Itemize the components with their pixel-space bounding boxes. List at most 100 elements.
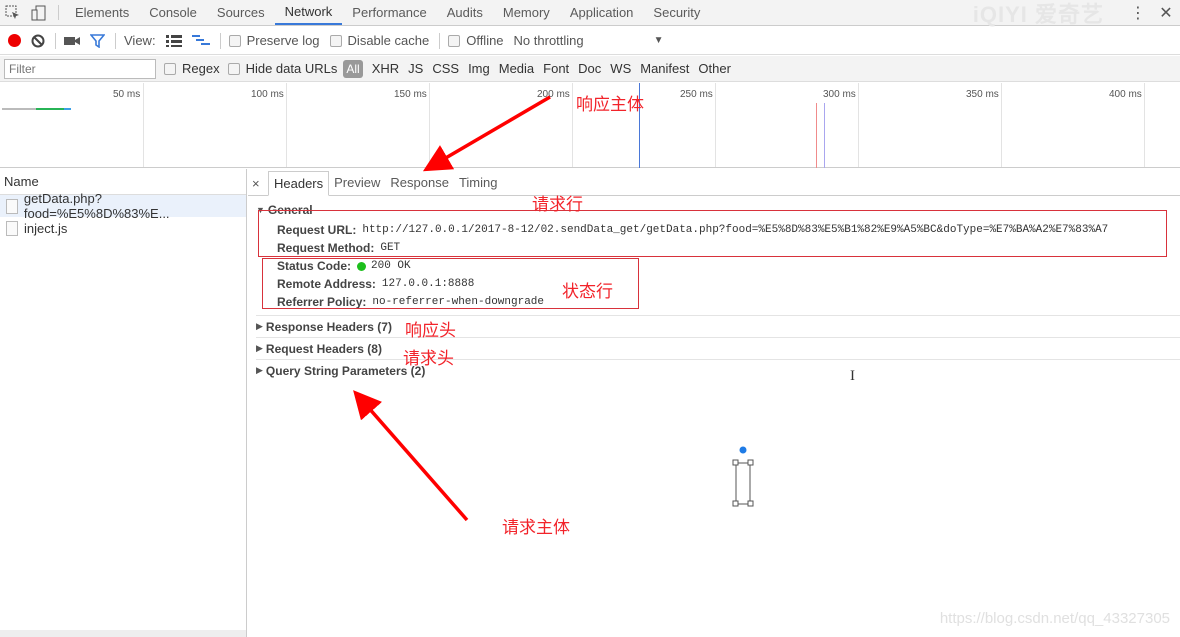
tab-preview[interactable]: Preview <box>329 170 385 195</box>
status-ok-dot-icon <box>357 261 367 271</box>
throttling-select[interactable]: No throttling ▼ <box>514 33 664 48</box>
key-label: Request URL: <box>277 223 357 237</box>
key-label: Remote Address: <box>277 277 376 291</box>
checkbox-box[interactable] <box>228 34 241 47</box>
query-string-parameters-toggle[interactable]: ▶ Query String Parameters (2) <box>248 360 1180 381</box>
hide-data-urls-checkbox[interactable]: Hide data URLs <box>227 61 337 76</box>
tab-application[interactable]: Application <box>560 0 644 25</box>
request-row[interactable]: getData.php?food=%E5%8D%83%E... <box>0 191 246 221</box>
request-headers-toggle[interactable]: ▶ Request Headers (8) <box>248 338 1180 359</box>
grid-line <box>858 83 859 167</box>
tab-elements[interactable]: Elements <box>65 0 139 25</box>
filter-type-all[interactable]: All <box>343 59 363 78</box>
referrer-policy-value: no-referrer-when-downgrade <box>372 296 545 308</box>
filter-type-ws[interactable]: WS <box>610 61 631 76</box>
tick-label: 300 ms <box>823 89 856 100</box>
tab-performance[interactable]: Performance <box>342 0 436 25</box>
tab-response[interactable]: Response <box>385 170 454 195</box>
divider <box>115 32 116 49</box>
grid-line <box>715 83 716 167</box>
list-view-icon <box>165 34 182 47</box>
request-bar-waiting <box>2 108 36 110</box>
filter-toggle-button[interactable] <box>90 33 105 48</box>
record-button[interactable] <box>8 34 21 47</box>
annotation-status-line: 状态行 <box>562 282 613 301</box>
filter-type-manifest[interactable]: Manifest <box>640 61 689 76</box>
filter-type-css[interactable]: CSS <box>432 61 459 76</box>
devtools-tabbar: Elements Console Sources Network Perform… <box>0 0 1180 27</box>
response-headers-toggle[interactable]: ▶ Response Headers (7) <box>248 316 1180 337</box>
preserve-log-label: Preserve log <box>246 33 320 48</box>
request-url-row: Request URL: http://127.0.0.1/2017-8-12/… <box>248 221 1180 239</box>
large-rows-button[interactable] <box>165 34 182 47</box>
file-icon <box>6 220 18 236</box>
record-icon <box>8 34 21 47</box>
disable-cache-checkbox[interactable]: Disable cache <box>329 33 430 48</box>
request-bar-download <box>64 108 71 110</box>
triangle-right-icon: ▶ <box>256 343 263 353</box>
annotation-request-body: 请求主体 <box>502 518 570 537</box>
iqiyi-logo-watermark: iQIYI 爱奇艺 <box>972 1 1104 27</box>
filter-type-img[interactable]: Img <box>468 61 490 76</box>
close-detail-icon[interactable]: × <box>252 171 268 195</box>
close-icon[interactable]: ✕ <box>1152 3 1180 23</box>
camera-icon <box>64 36 80 45</box>
tab-network[interactable]: Network <box>274 0 343 25</box>
grid-line <box>286 83 287 167</box>
filter-type-js[interactable]: JS <box>408 61 423 76</box>
annotation-request-headers: 请求头 <box>403 349 454 368</box>
remote-address-row: Remote Address: 127.0.0.1:8888 <box>248 275 1180 293</box>
divider <box>439 32 441 49</box>
tab-console[interactable]: Console <box>139 0 207 25</box>
device-toolbar-icon[interactable] <box>26 0 52 25</box>
tick-label: 400 ms <box>1109 89 1142 100</box>
file-icon <box>6 198 18 214</box>
view-label: View: <box>124 33 156 48</box>
checkbox-box[interactable] <box>227 62 240 75</box>
filter-type-doc[interactable]: Doc <box>578 61 601 76</box>
disable-cache-label: Disable cache <box>347 33 430 48</box>
clear-button[interactable] <box>31 34 45 48</box>
tab-security[interactable]: Security <box>643 0 710 25</box>
general-section-toggle[interactable]: ▼ General <box>248 202 1180 218</box>
checkbox-box[interactable] <box>329 34 342 47</box>
grid-line <box>429 83 430 167</box>
inspect-element-icon[interactable] <box>0 0 26 25</box>
offline-checkbox[interactable]: Offline <box>448 33 504 48</box>
filter-bar: Regex Hide data URLs All XHR JS CSS Img … <box>0 56 1180 82</box>
preserve-log-checkbox[interactable]: Preserve log <box>228 33 320 48</box>
key-label: Status Code: <box>277 259 352 273</box>
filter-type-xhr[interactable]: XHR <box>372 61 399 76</box>
regex-checkbox[interactable]: Regex <box>164 61 220 76</box>
filter-input[interactable] <box>4 58 156 79</box>
section-title: Query String Parameters (2) <box>265 363 426 378</box>
checkbox-box[interactable] <box>448 34 461 47</box>
capture-screenshots-button[interactable] <box>64 35 80 47</box>
triangle-right-icon: ▶ <box>256 321 263 331</box>
status-code-row: Status Code: 200 OK <box>248 257 1180 275</box>
clear-icon <box>31 34 45 47</box>
filter-type-media[interactable]: Media <box>499 61 534 76</box>
overview-toggle-button[interactable] <box>191 34 210 47</box>
annotation-response-headers: 响应头 <box>405 321 456 340</box>
tab-headers[interactable]: Headers <box>268 171 330 196</box>
triangle-down-icon: ▼ <box>256 205 265 215</box>
tab-timing[interactable]: Timing <box>454 170 503 195</box>
filter-type-font[interactable]: Font <box>543 61 569 76</box>
network-toolbar: View: Preserve log Disable cache Offline… <box>0 27 1180 55</box>
filter-type-other[interactable]: Other <box>698 61 731 76</box>
tick-label: 350 ms <box>966 89 999 100</box>
request-name: inject.js <box>24 220 68 236</box>
checkbox-box[interactable] <box>164 62 176 75</box>
tab-sources[interactable]: Sources <box>207 0 275 25</box>
kebab-menu-icon[interactable]: ⋮ <box>1124 3 1152 23</box>
tab-memory[interactable]: Memory <box>493 0 560 25</box>
annotation-response-body: 响应主体 <box>576 95 644 114</box>
tab-audits[interactable]: Audits <box>437 0 493 25</box>
request-bar-ttfb <box>36 108 64 110</box>
grid-line <box>572 83 573 167</box>
detail-tabs: × Headers Preview Response Timing <box>248 169 1180 196</box>
tick-label: 200 ms <box>537 89 570 100</box>
request-method-row: Request Method: GET <box>248 239 1180 257</box>
status-code-value: 200 OK <box>371 260 411 272</box>
